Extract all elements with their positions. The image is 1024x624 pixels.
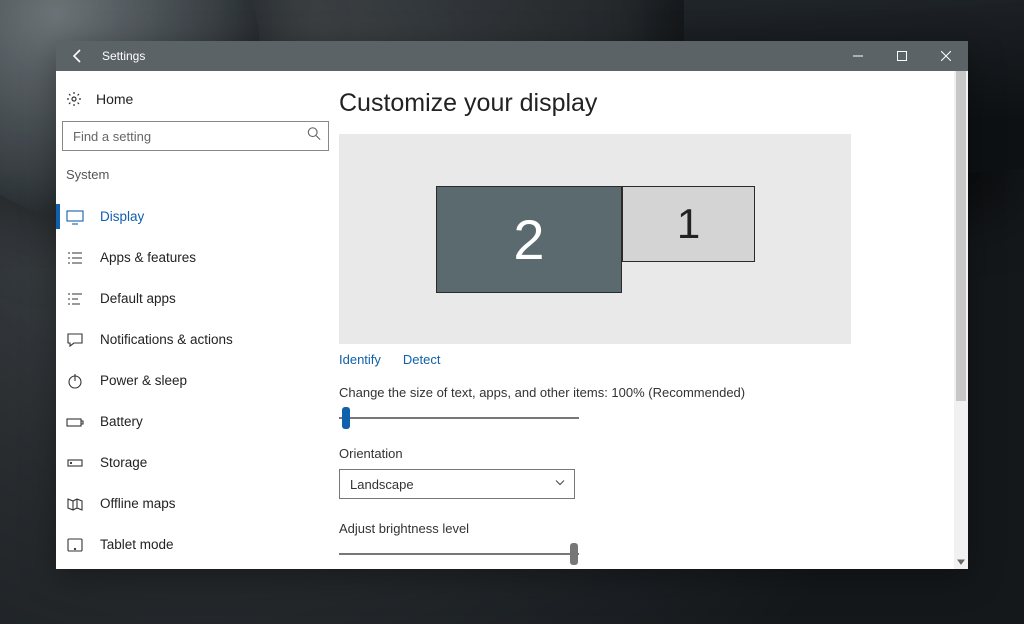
- battery-icon: [66, 413, 84, 431]
- identify-link[interactable]: Identify: [339, 352, 381, 367]
- brightness-slider[interactable]: [339, 544, 579, 564]
- display-arrangement[interactable]: 2 1: [339, 134, 851, 344]
- orientation-value: Landscape: [350, 477, 414, 492]
- nav-item-label: Offline maps: [100, 496, 176, 511]
- search-input[interactable]: [62, 121, 329, 151]
- scroll-down-button[interactable]: [954, 555, 968, 569]
- nav-item-display[interactable]: Display: [56, 196, 339, 237]
- nav-item-label: Battery: [100, 414, 143, 429]
- nav-item-label: Power & sleep: [100, 373, 187, 388]
- power-icon: [66, 372, 84, 390]
- nav-item-storage[interactable]: Storage: [56, 442, 339, 483]
- settings-window: Settings Home System Display: [56, 41, 968, 569]
- close-button[interactable]: [924, 41, 968, 71]
- window-title: Settings: [100, 49, 145, 63]
- nav-item-power-sleep[interactable]: Power & sleep: [56, 360, 339, 401]
- window-body: Home System Display Apps & features D: [56, 71, 968, 569]
- nav-item-tablet-mode[interactable]: Tablet mode: [56, 524, 339, 565]
- nav-item-apps-features[interactable]: Apps & features: [56, 237, 339, 278]
- home-label: Home: [96, 91, 133, 107]
- nav-item-label: Notifications & actions: [100, 332, 233, 347]
- minimize-button[interactable]: [836, 41, 880, 71]
- titlebar: Settings: [56, 41, 968, 71]
- search-icon: [307, 127, 321, 146]
- nav-item-notifications[interactable]: Notifications & actions: [56, 319, 339, 360]
- minimize-icon: [853, 51, 863, 61]
- storage-icon: [66, 454, 84, 472]
- chat-icon: [66, 331, 84, 349]
- nav-item-offline-maps[interactable]: Offline maps: [56, 483, 339, 524]
- scale-label: Change the size of text, apps, and other…: [339, 385, 948, 400]
- monitor-1[interactable]: 1: [622, 186, 755, 262]
- nav-item-label: Apps & features: [100, 250, 196, 265]
- search-field-wrapper: [62, 121, 329, 151]
- tablet-icon: [66, 536, 84, 554]
- slider-thumb[interactable]: [342, 407, 350, 429]
- maximize-icon: [897, 51, 907, 61]
- map-icon: [66, 495, 84, 513]
- nav-item-default-apps[interactable]: Default apps: [56, 278, 339, 319]
- home-button[interactable]: Home: [56, 91, 339, 107]
- slider-track: [339, 553, 579, 555]
- category-label: System: [56, 167, 339, 182]
- maximize-button[interactable]: [880, 41, 924, 71]
- nav-item-label: Display: [100, 209, 144, 224]
- orientation-label: Orientation: [339, 446, 948, 461]
- chevron-down-icon: [554, 477, 566, 492]
- nav-item-label: Tablet mode: [100, 537, 174, 552]
- display-links: Identify Detect: [339, 352, 948, 367]
- scale-slider[interactable]: [339, 408, 579, 428]
- gear-icon: [66, 91, 82, 107]
- nav-item-label: Default apps: [100, 291, 176, 306]
- scrollbar-thumb[interactable]: [956, 71, 966, 401]
- defaults-icon: [66, 290, 84, 308]
- orientation-select[interactable]: Landscape: [339, 469, 575, 499]
- nav-list: Display Apps & features Default apps Not…: [56, 196, 339, 565]
- scrollbar[interactable]: [954, 71, 968, 569]
- detect-link[interactable]: Detect: [403, 352, 441, 367]
- page-title: Customize your display: [339, 89, 948, 118]
- main-content: Customize your display 2 1 Identify Dete…: [339, 71, 968, 569]
- slider-thumb[interactable]: [570, 543, 578, 565]
- list-icon: [66, 249, 84, 267]
- monitor-2[interactable]: 2: [436, 186, 622, 293]
- back-button[interactable]: [56, 41, 100, 71]
- brightness-label: Adjust brightness level: [339, 521, 948, 536]
- close-icon: [941, 51, 951, 61]
- monitor-icon: [66, 208, 84, 226]
- sidebar: Home System Display Apps & features D: [56, 71, 339, 569]
- nav-item-label: Storage: [100, 455, 147, 470]
- nav-item-battery[interactable]: Battery: [56, 401, 339, 442]
- slider-track: [339, 417, 579, 419]
- arrow-left-icon: [70, 48, 86, 64]
